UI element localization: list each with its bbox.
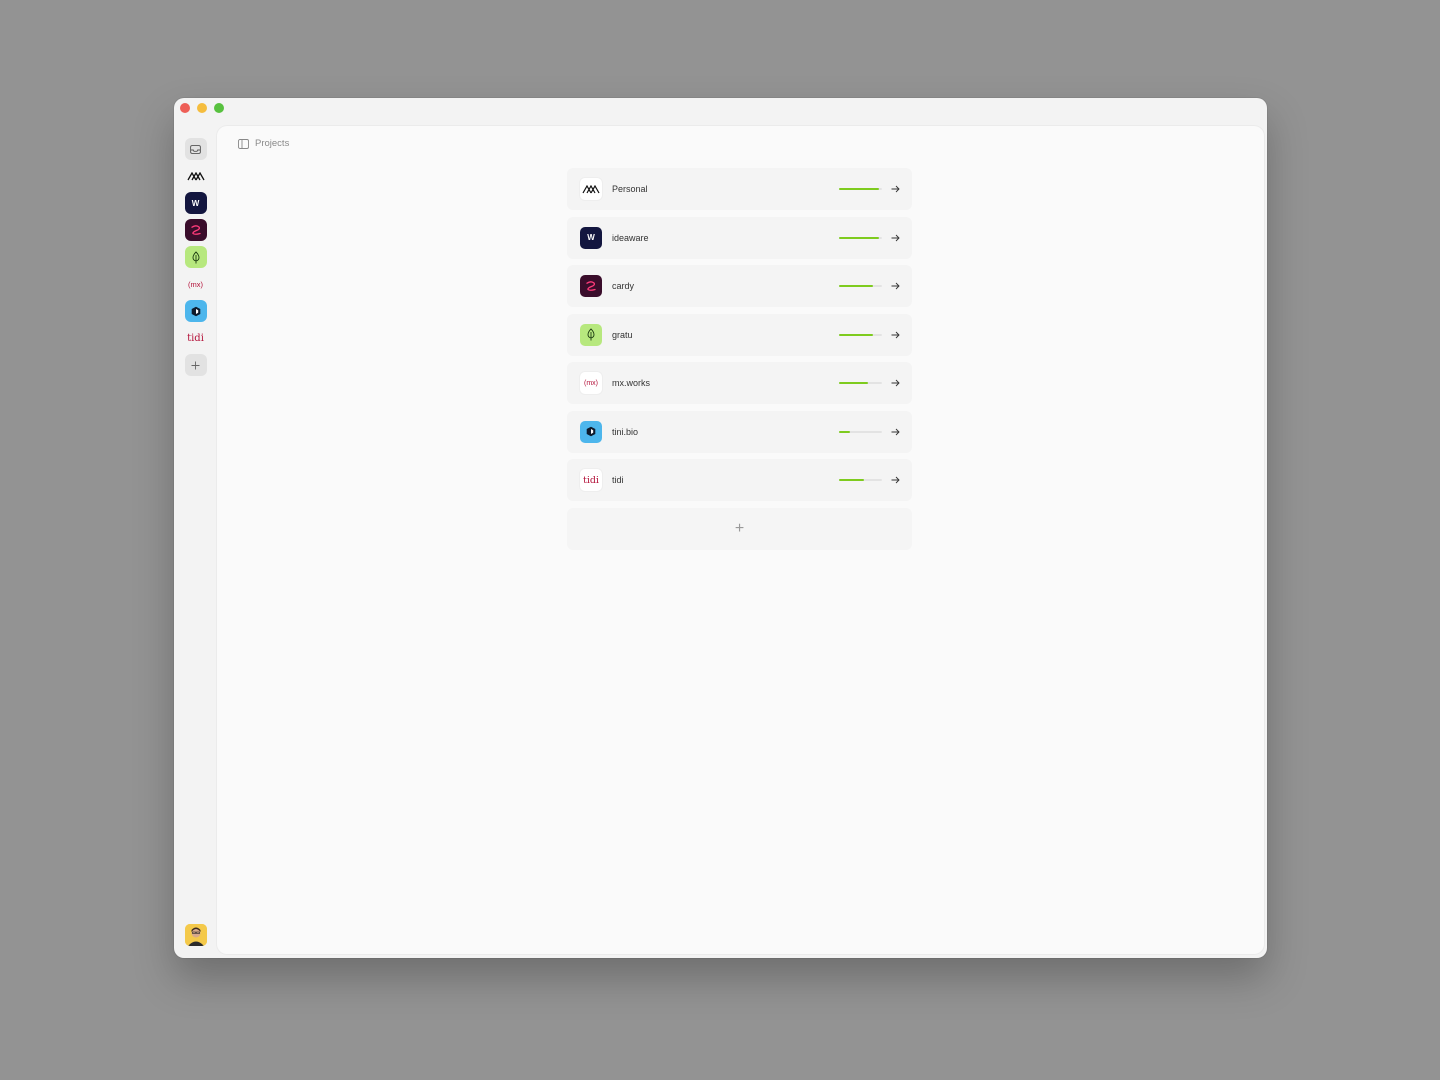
arrow-right-icon[interactable] [890,475,900,485]
project-name: ideaware [612,232,649,243]
main-panel: Projects Personal W ideaware cardy gratu… [217,126,1264,954]
cube-logo-icon [191,306,200,316]
inbox-icon [190,144,201,154]
ideaware-logo-icon: W [580,226,602,249]
progress-fill [839,188,879,190]
project-row[interactable]: W ideaware [567,216,912,259]
tidi-logo-text: tidi [583,474,599,486]
rail-tinibio[interactable] [184,300,207,322]
arrow-right-icon[interactable] [890,281,900,291]
project-name: mx.works [612,378,650,388]
arrow-right-icon[interactable] [890,184,900,194]
project-name: tidi [612,475,624,485]
plus-icon: + [734,519,745,537]
rail-personal[interactable] [185,165,207,187]
progress-fill [839,382,868,384]
progress-fill [839,236,879,239]
close-window-button[interactable] [180,103,190,113]
rail-mxworks[interactable]: (mx) [185,273,207,295]
mountain-logo-icon [580,178,602,200]
project-progress [839,236,882,239]
arrow-right-icon[interactable] [890,233,900,243]
project-progress [839,188,882,190]
project-row[interactable]: cardy [567,265,912,307]
rail-gratu[interactable] [184,246,207,268]
project-list: Personal W ideaware cardy gratu (mx) mx.… [567,168,912,550]
tidi-logo-icon: tidi [187,332,204,344]
ideaware-logo-icon: W [191,198,200,208]
window-controls [180,103,224,113]
minimize-window-button[interactable] [197,103,207,113]
leaf-logo-icon [192,250,199,263]
mx-logo-icon: (mx) [188,279,203,289]
workspace-rail: W (mx) tidi [174,126,217,958]
rail-add-workspace-button[interactable] [184,354,207,376]
project-progress [839,285,882,287]
progress-fill [839,430,850,433]
sidebar-toggle-icon[interactable] [238,138,249,149]
project-name: tini.bio [612,426,639,437]
user-avatar[interactable] [184,924,207,946]
arrow-right-icon[interactable] [890,378,900,388]
project-progress [839,430,882,433]
page-title: Projects [255,138,290,149]
add-project-button[interactable]: + [567,507,912,550]
project-row[interactable]: tidi tidi [567,459,912,501]
project-name: Personal [612,184,648,194]
cardy-logo-icon [190,225,201,235]
cardy-logo-icon [580,275,602,297]
project-row[interactable]: tini.bio [567,410,912,453]
rail-ideaware[interactable]: W [184,192,207,214]
project-progress [839,333,882,336]
progress-fill [839,285,874,287]
project-row[interactable]: (mx) mx.works [567,362,912,404]
rail-inbox[interactable] [184,138,207,160]
progress-fill [839,333,874,336]
plus-icon [191,361,200,369]
project-name: gratu [612,329,633,340]
breadcrumb: Projects [238,138,289,149]
app-window: W (mx) tidi Projects Personal W ideaware… [174,98,1267,958]
ideaware-logo-text: W [587,233,595,242]
mx-logo-text: (mx) [584,379,598,387]
project-progress [839,382,882,384]
mountain-logo-icon [186,171,205,180]
cube-logo-icon [580,420,602,443]
project-name: cardy [612,281,635,291]
arrow-right-icon[interactable] [890,427,900,437]
leaf-logo-icon [580,323,602,346]
mx-logo-icon: (mx) [580,372,602,394]
avatar-person-icon [184,924,207,946]
rail-tidi[interactable]: tidi [185,327,207,349]
progress-fill [839,479,864,481]
tidi-logo-icon: tidi [580,469,602,491]
project-row[interactable]: Personal [567,168,912,210]
maximize-window-button[interactable] [214,103,224,113]
project-row[interactable]: gratu [567,313,912,356]
project-progress [839,479,882,481]
rail-cardy[interactable] [184,219,207,241]
arrow-right-icon[interactable] [890,330,900,340]
